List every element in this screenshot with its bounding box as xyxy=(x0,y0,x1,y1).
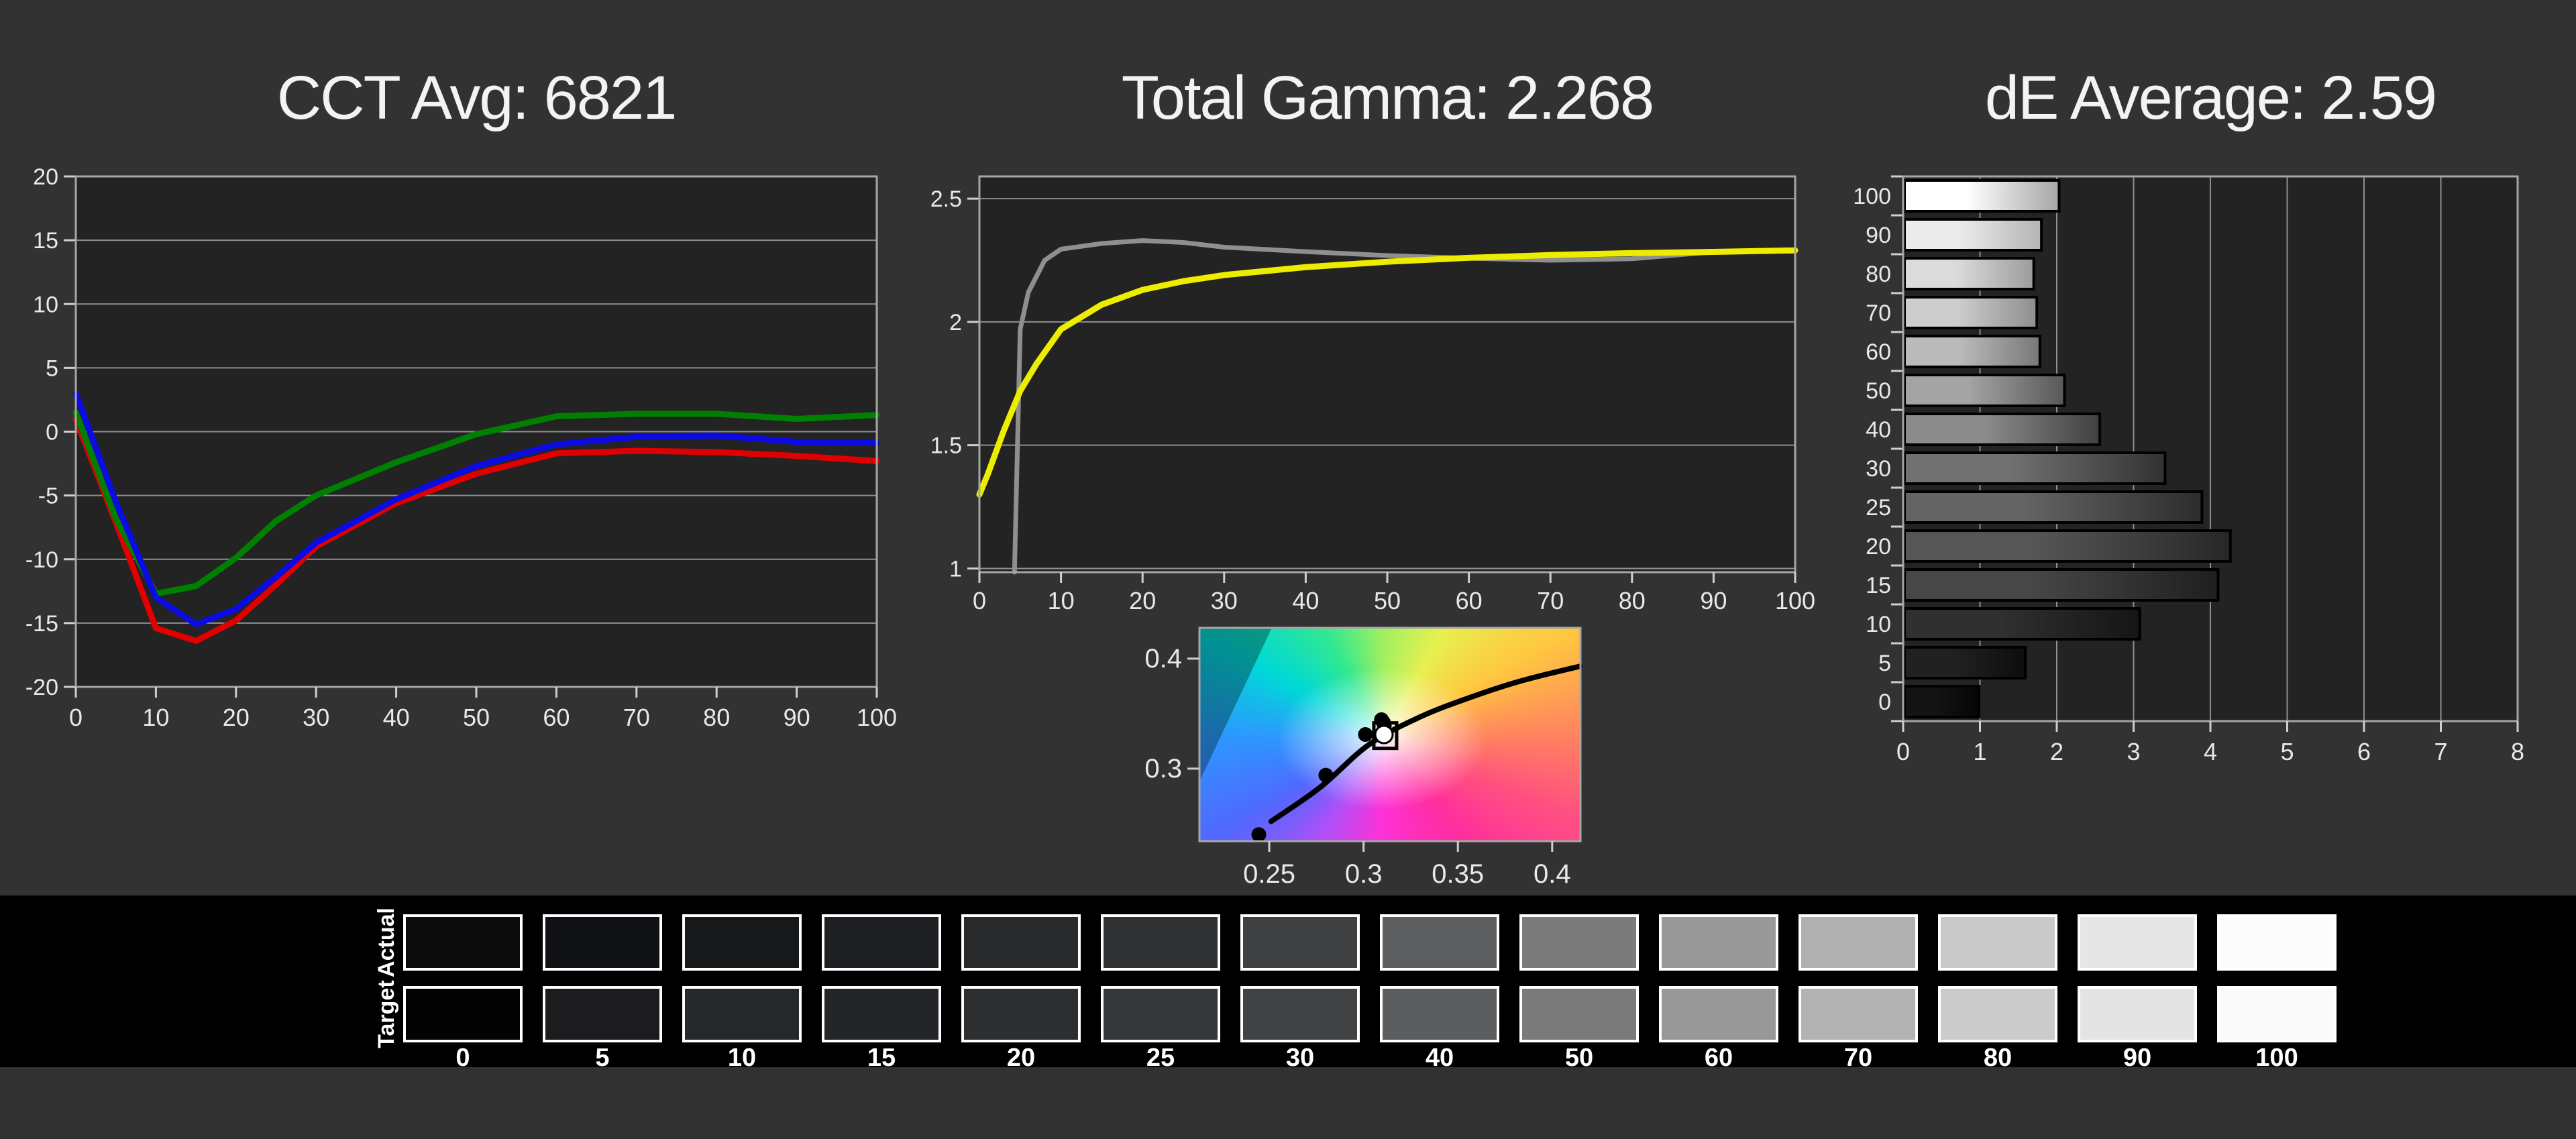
x-tick-label: 100 xyxy=(1775,587,1815,614)
deltae-bar-15 xyxy=(1904,570,2218,600)
cie-blackbody-locus xyxy=(1271,666,1580,821)
cie-measured-point xyxy=(1358,727,1373,742)
x-tick-label: 0 xyxy=(69,704,83,731)
x-tick-label: 60 xyxy=(1456,587,1483,614)
x-tick-label: 0.35 xyxy=(1432,859,1484,889)
deltae-category-label: 70 xyxy=(1866,301,1891,326)
deltae-category-label: 15 xyxy=(1866,573,1891,598)
cie-measured-point xyxy=(1318,768,1333,783)
x-tick-label: 40 xyxy=(383,704,410,731)
x-tick-label: 20 xyxy=(1129,587,1156,614)
deltae-bar-80 xyxy=(1904,258,2034,289)
y-tick-label: 2 xyxy=(949,310,962,335)
x-tick-label: 90 xyxy=(1700,587,1727,614)
y-tick-label: -10 xyxy=(25,547,58,573)
x-tick-label: 80 xyxy=(703,704,730,731)
x-tick-label: 20 xyxy=(223,704,250,731)
deltae-bar-100 xyxy=(1904,180,2059,211)
x-tick-label: 80 xyxy=(1619,587,1646,614)
y-tick-label: 2.5 xyxy=(930,186,962,212)
x-tick-label: 0.4 xyxy=(1534,859,1571,889)
charts-canvas: 20151050-5-10-15-20010203040506070809010… xyxy=(0,0,2576,1139)
deltae-bar-70 xyxy=(1904,297,2037,328)
deltae-bar-5 xyxy=(1904,647,2025,678)
y-tick-label: 0.4 xyxy=(1144,644,1182,673)
deltae-category-label: 25 xyxy=(1866,495,1891,521)
deltae-category-label: 0 xyxy=(1878,690,1891,715)
deltae-category-label: 50 xyxy=(1866,378,1891,404)
deltae-bar-25 xyxy=(1904,492,2202,523)
y-tick-label: 5 xyxy=(46,356,58,381)
x-tick-label: 2 xyxy=(2050,738,2063,765)
x-tick-label: 70 xyxy=(1537,587,1564,614)
x-tick-label: 0.3 xyxy=(1345,859,1383,889)
x-tick-label: 90 xyxy=(784,704,810,731)
deltae-category-label: 10 xyxy=(1866,612,1891,637)
x-tick-label: 100 xyxy=(857,704,897,731)
x-tick-label: 50 xyxy=(1374,587,1401,614)
deltae-category-label: 60 xyxy=(1866,339,1891,365)
x-tick-label: 30 xyxy=(303,704,329,731)
calibration-report: CCT Avg: 6821 Total Gamma: 2.268 dE Aver… xyxy=(0,0,2576,1139)
y-tick-label: 1.5 xyxy=(930,433,962,459)
x-tick-label: 0 xyxy=(1896,738,1910,765)
x-tick-label: 60 xyxy=(543,704,570,731)
x-tick-label: 50 xyxy=(463,704,490,731)
x-tick-label: 5 xyxy=(2280,738,2294,765)
x-tick-label: 0.25 xyxy=(1243,859,1295,889)
x-tick-label: 6 xyxy=(2357,738,2371,765)
deltae-category-label: 80 xyxy=(1866,262,1891,287)
y-tick-label: -20 xyxy=(25,675,58,700)
y-tick-label: 20 xyxy=(33,164,58,190)
y-tick-label: 1 xyxy=(949,556,962,582)
x-tick-label: 30 xyxy=(1211,587,1238,614)
y-tick-label: 0 xyxy=(46,420,58,445)
y-tick-label: 10 xyxy=(33,292,58,317)
x-tick-label: 8 xyxy=(2511,738,2524,765)
x-tick-label: 0 xyxy=(973,587,986,614)
deltae-bar-60 xyxy=(1904,336,2040,367)
cie-measured-point xyxy=(1252,827,1267,842)
deltae-category-label: 30 xyxy=(1866,456,1891,482)
gamma-plot-area xyxy=(979,176,1795,572)
y-tick-label: -5 xyxy=(38,484,58,509)
deltae-bar-90 xyxy=(1904,219,2041,250)
y-tick-label: 15 xyxy=(33,228,58,254)
cie-white-point xyxy=(1375,726,1393,743)
x-tick-label: 1 xyxy=(1973,738,1986,765)
deltae-bar-0 xyxy=(1904,686,1979,717)
y-tick-label: -15 xyxy=(25,611,58,637)
x-tick-label: 7 xyxy=(2434,738,2447,765)
y-tick-label: 0.3 xyxy=(1144,754,1182,783)
deltae-bar-40 xyxy=(1904,414,2100,445)
x-tick-label: 4 xyxy=(2204,738,2217,765)
x-tick-label: 70 xyxy=(623,704,650,731)
deltae-bar-20 xyxy=(1904,531,2231,561)
deltae-category-label: 90 xyxy=(1866,223,1891,248)
x-tick-label: 10 xyxy=(142,704,169,731)
x-tick-label: 40 xyxy=(1292,587,1319,614)
deltae-category-label: 100 xyxy=(1853,184,1891,209)
deltae-category-label: 5 xyxy=(1878,651,1891,676)
x-tick-label: 3 xyxy=(2127,738,2140,765)
x-tick-label: 10 xyxy=(1048,587,1075,614)
deltae-category-label: 20 xyxy=(1866,534,1891,559)
deltae-bar-30 xyxy=(1904,453,2165,484)
deltae-bar-50 xyxy=(1904,375,2064,406)
deltae-category-label: 40 xyxy=(1866,417,1891,443)
deltae-bar-10 xyxy=(1904,608,2140,639)
